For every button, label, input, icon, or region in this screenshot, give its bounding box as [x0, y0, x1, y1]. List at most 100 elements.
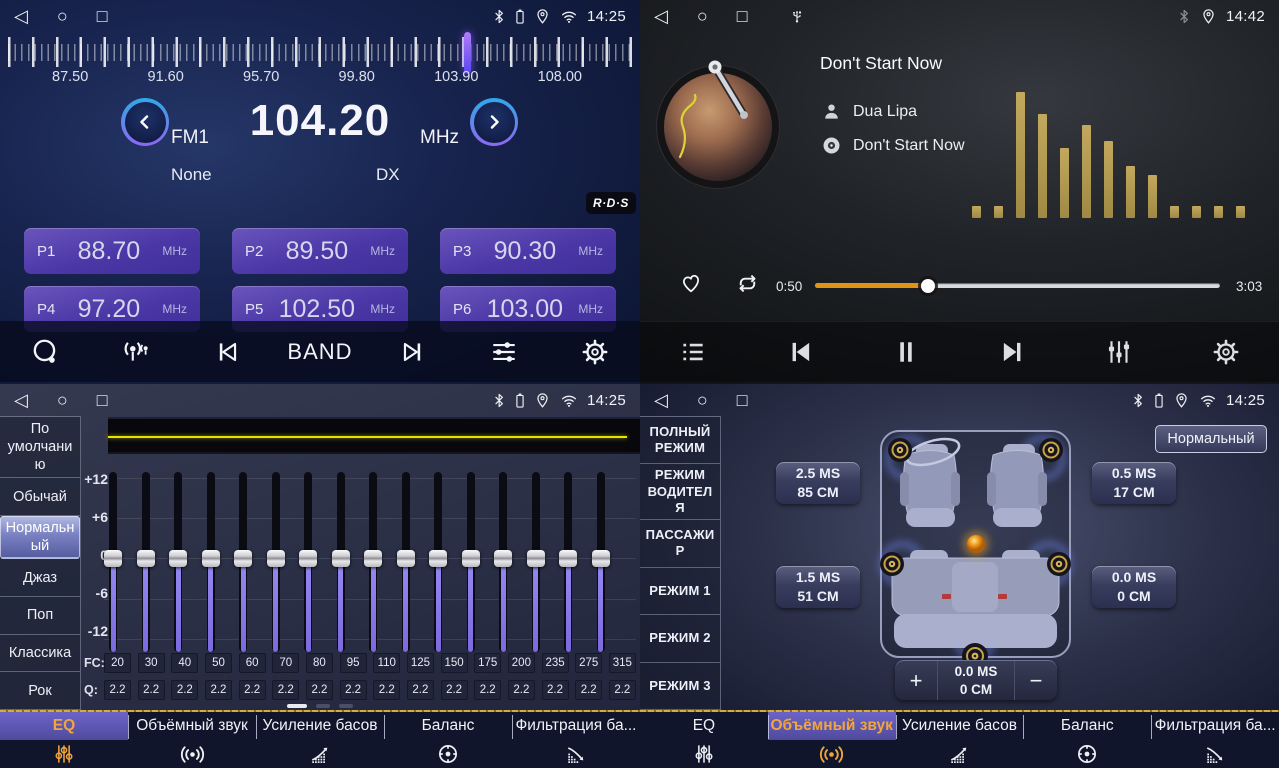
eq-preset-item[interactable]: Нормальный — [0, 516, 80, 559]
slider-thumb[interactable] — [137, 550, 155, 567]
scan-button[interactable] — [15, 328, 75, 376]
eq-band-slider[interactable] — [527, 472, 545, 652]
subwoofer-delay-value[interactable]: 0.0 MS 0 CM — [937, 661, 1015, 700]
q-value-cell[interactable]: 2.2 — [272, 680, 299, 700]
q-value-cell[interactable]: 2.2 — [609, 680, 636, 700]
eq-band-slider[interactable] — [202, 472, 220, 652]
fc-value-cell[interactable]: 20 — [104, 653, 131, 673]
progress-bar[interactable] — [815, 283, 1220, 288]
q-value-cell[interactable]: 2.2 — [474, 680, 501, 700]
fc-value-cell[interactable]: 40 — [171, 653, 198, 673]
slider-thumb[interactable] — [559, 550, 577, 567]
slider-thumb[interactable] — [299, 550, 317, 567]
q-value-cell[interactable]: 2.2 — [205, 680, 232, 700]
slider-thumb[interactable] — [397, 550, 415, 567]
delay-decrease-button[interactable]: − — [1015, 661, 1057, 700]
q-value-cell[interactable]: 2.2 — [373, 680, 400, 700]
repeat-mode-button[interactable] — [734, 270, 761, 297]
fc-value-cell[interactable]: 235 — [542, 653, 569, 673]
delay-rear-left-button[interactable]: 1.5 MS 51 CM — [776, 566, 860, 608]
nav-back-button[interactable]: ◁ — [14, 7, 28, 25]
tuner-indicator[interactable] — [464, 32, 471, 74]
tab-bass-boost[interactable]: Усиление басов — [896, 712, 1024, 768]
slider-thumb[interactable] — [169, 550, 187, 567]
previous-track-button[interactable] — [770, 328, 830, 376]
tab-balance[interactable]: Баланс — [1023, 712, 1151, 768]
nav-home-button[interactable]: ○ — [697, 391, 708, 409]
listening-mode-item[interactable]: РЕЖИМ 3 — [640, 663, 720, 710]
slider-thumb[interactable] — [429, 550, 447, 567]
listening-mode-item[interactable]: ПАССАЖИР — [640, 520, 720, 567]
q-value-cell[interactable]: 2.2 — [104, 680, 131, 700]
fc-value-cell[interactable]: 30 — [138, 653, 165, 673]
q-value-cell[interactable]: 2.2 — [171, 680, 198, 700]
settings-gear-button[interactable] — [1196, 328, 1256, 376]
slider-thumb[interactable] — [104, 550, 122, 567]
q-value-cell[interactable]: 2.2 — [306, 680, 333, 700]
next-track-button[interactable] — [983, 328, 1043, 376]
fc-value-cell[interactable]: 110 — [373, 653, 400, 673]
settings-gear-button[interactable] — [565, 328, 625, 376]
fc-value-cell[interactable]: 175 — [474, 653, 501, 673]
fc-value-cell[interactable]: 150 — [441, 653, 468, 673]
nav-home-button[interactable]: ○ — [57, 7, 68, 25]
q-value-cell[interactable]: 2.2 — [441, 680, 468, 700]
progress-thumb[interactable] — [921, 279, 935, 293]
q-value-cell[interactable]: 2.2 — [138, 680, 165, 700]
tab-eq[interactable]: EQ — [0, 712, 128, 768]
eq-band-slider[interactable] — [592, 472, 610, 652]
eq-preset-item[interactable]: По умолчанию — [0, 417, 80, 478]
preset-button[interactable]: P1 88.70 MHz — [24, 228, 200, 274]
listening-mode-item[interactable]: РЕЖИМ 1 — [640, 568, 720, 615]
eq-band-slider[interactable] — [299, 472, 317, 652]
eq-band-slider[interactable] — [462, 472, 480, 652]
audio-settings-button[interactable] — [474, 328, 534, 376]
eq-preset-item[interactable]: Классика — [0, 635, 80, 673]
fc-value-cell[interactable]: 125 — [407, 653, 434, 673]
favorite-heart-button[interactable] — [678, 270, 704, 296]
surround-preset-button[interactable]: Нормальный — [1155, 425, 1267, 453]
nav-recents-button[interactable]: □ — [97, 391, 108, 409]
delay-front-right-button[interactable]: 0.5 MS 17 CM — [1092, 462, 1176, 504]
slider-thumb[interactable] — [527, 550, 545, 567]
eq-band-slider[interactable] — [494, 472, 512, 652]
q-value-cell[interactable]: 2.2 — [239, 680, 266, 700]
nav-home-button[interactable]: ○ — [57, 391, 68, 409]
eq-band-slider[interactable] — [267, 472, 285, 652]
tab-filter[interactable]: Фильтрация ба... — [512, 712, 640, 768]
seek-up-button[interactable] — [470, 98, 518, 146]
tab-surround[interactable]: Объёмный звук — [128, 712, 256, 768]
listening-mode-item[interactable]: ПОЛНЫЙ РЕЖИМ — [640, 417, 720, 464]
nav-back-button[interactable]: ◁ — [654, 391, 668, 409]
eq-preset-item[interactable]: Обычай — [0, 478, 80, 516]
tab-balance[interactable]: Баланс — [384, 712, 512, 768]
listening-mode-item[interactable]: РЕЖИМ 2 — [640, 615, 720, 662]
nav-recents-button[interactable]: □ — [737, 7, 748, 25]
nav-recents-button[interactable]: □ — [737, 391, 748, 409]
slider-thumb[interactable] — [592, 550, 610, 567]
eq-band-slider[interactable] — [169, 472, 187, 652]
fc-value-cell[interactable]: 200 — [508, 653, 535, 673]
tab-eq[interactable]: EQ — [640, 712, 768, 768]
eq-preset-item[interactable]: Джаз — [0, 559, 80, 597]
slider-thumb[interactable] — [267, 550, 285, 567]
preset-button[interactable]: P2 89.50 MHz — [232, 228, 408, 274]
slider-thumb[interactable] — [462, 550, 480, 567]
eq-band-slider[interactable] — [137, 472, 155, 652]
fc-value-cell[interactable]: 275 — [575, 653, 602, 673]
slider-thumb[interactable] — [234, 550, 252, 567]
nav-recents-button[interactable]: □ — [97, 7, 108, 25]
tab-filter[interactable]: Фильтрация ба... — [1151, 712, 1279, 768]
nav-home-button[interactable]: ○ — [697, 7, 708, 25]
slider-thumb[interactable] — [202, 550, 220, 567]
eq-band-slider[interactable] — [332, 472, 350, 652]
q-value-cell[interactable]: 2.2 — [542, 680, 569, 700]
band-button[interactable]: BAND — [287, 328, 352, 376]
q-value-cell[interactable]: 2.2 — [508, 680, 535, 700]
nav-back-button[interactable]: ◁ — [654, 7, 668, 25]
tab-bass-boost[interactable]: Усиление басов — [256, 712, 384, 768]
fc-value-cell[interactable]: 60 — [239, 653, 266, 673]
eq-band-slider[interactable] — [234, 472, 252, 652]
playlist-button[interactable] — [663, 328, 723, 376]
eq-band-slider[interactable] — [364, 472, 382, 652]
